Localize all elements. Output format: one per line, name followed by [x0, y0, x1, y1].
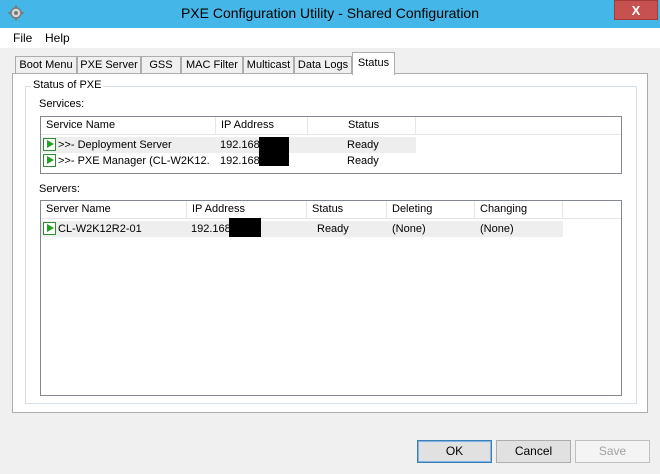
server-status: Ready: [317, 223, 349, 235]
table-row[interactable]: >>- Deployment Server 192.168 Ready: [41, 137, 416, 153]
column-ip-address[interactable]: IP Address: [187, 201, 307, 218]
table-row[interactable]: CL-W2K12R2-01 192.168 Ready (None) (None…: [41, 218, 563, 237]
service-ip: 192.168: [220, 139, 260, 151]
running-status-icon: [43, 138, 56, 151]
column-service-name[interactable]: Service Name: [41, 117, 216, 134]
server-name: CL-W2K12R2-01: [58, 223, 142, 235]
service-name: >>- Deployment Server: [58, 139, 172, 151]
title-bar[interactable]: PXE Configuration Utility - Shared Confi…: [0, 0, 660, 28]
server-ip: 192.168: [191, 223, 231, 235]
service-name: >>- PXE Manager (CL-W2K12...: [58, 155, 210, 167]
save-button[interactable]: Save: [575, 440, 650, 463]
service-ip: 192.168: [220, 155, 260, 167]
menu-file[interactable]: File: [13, 31, 32, 45]
tab-panel: Status of PXE Services: Service Name IP …: [12, 73, 648, 413]
running-status-icon: [43, 154, 56, 167]
tab-pxe-server[interactable]: PXE Server: [77, 56, 141, 74]
redacted-ip: [259, 147, 289, 166]
column-status[interactable]: Status: [307, 201, 387, 218]
menu-bar: File Help: [0, 28, 660, 48]
running-status-icon: [43, 222, 56, 235]
service-status: Ready: [347, 139, 379, 151]
servers-list-header: Server Name IP Address Status Deleting C…: [41, 201, 621, 219]
server-changing: (None): [480, 223, 514, 235]
ok-button[interactable]: OK: [417, 440, 492, 463]
service-status: Ready: [347, 155, 379, 167]
menu-help[interactable]: Help: [45, 31, 70, 45]
tab-data-logs[interactable]: Data Logs: [294, 56, 352, 74]
column-status[interactable]: Status: [308, 117, 416, 134]
table-row[interactable]: >>- PXE Manager (CL-W2K12... 192.168 Rea…: [41, 147, 416, 169]
servers-list[interactable]: Server Name IP Address Status Deleting C…: [40, 200, 622, 396]
services-label: Services:: [39, 98, 85, 110]
tab-status[interactable]: Status: [352, 52, 395, 75]
app-window: PXE Configuration Utility - Shared Confi…: [0, 0, 660, 474]
column-changing[interactable]: Changing: [475, 201, 563, 218]
services-list-header: Service Name IP Address Status: [41, 117, 621, 135]
column-server-name[interactable]: Server Name: [41, 201, 187, 218]
status-group-title: Status of PXE: [31, 79, 104, 91]
tab-multicast[interactable]: Multicast: [243, 56, 294, 74]
column-ip-address[interactable]: IP Address: [216, 117, 308, 134]
redacted-ip: [229, 218, 261, 237]
tab-gss[interactable]: GSS: [141, 56, 181, 74]
window-title: PXE Configuration Utility - Shared Confi…: [180, 5, 480, 21]
tab-boot-menu[interactable]: Boot Menu: [15, 56, 77, 74]
cancel-button[interactable]: Cancel: [496, 440, 571, 463]
column-deleting[interactable]: Deleting: [387, 201, 475, 218]
close-button[interactable]: X: [614, 0, 658, 20]
close-icon: X: [631, 3, 641, 18]
services-list[interactable]: Service Name IP Address Status >>- Deplo…: [40, 116, 622, 174]
servers-label: Servers:: [39, 183, 80, 195]
server-deleting: (None): [392, 223, 426, 235]
tab-mac-filter[interactable]: MAC Filter: [181, 56, 243, 74]
